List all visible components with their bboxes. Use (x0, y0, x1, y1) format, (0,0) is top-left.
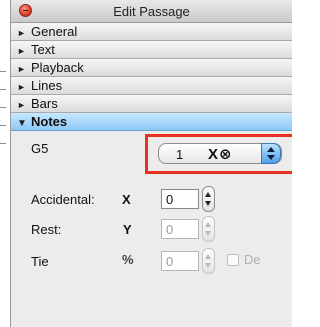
edit-passage-window: Edit Passage ► General ► Text ► Playback ► L… (10, 0, 292, 327)
disclosure-right-icon: ► (17, 64, 26, 74)
notes-panel: G5 1 X⊗ Accidental: X 0 Rest: Y 0 Tie % … (11, 131, 292, 301)
stepper-down-icon (205, 231, 211, 236)
stepper-up-icon (267, 147, 275, 152)
section-general[interactable]: ► General (11, 23, 292, 41)
disclosure-right-icon: ► (17, 82, 26, 92)
section-label: Text (31, 42, 55, 57)
section-label: Lines (31, 78, 63, 93)
section-lines[interactable]: ► Lines (11, 77, 292, 95)
background-window-edge (0, 0, 10, 327)
stepper-up-icon (205, 222, 211, 227)
title-bar[interactable]: Edit Passage (11, 0, 292, 23)
section-label: Bars (31, 96, 58, 111)
rest-stepper[interactable] (202, 216, 215, 242)
stepper-up-icon (205, 192, 211, 197)
disclosure-right-icon: ► (17, 100, 26, 110)
accidental-stepper[interactable] (202, 186, 215, 212)
rest-axis-label: Y (123, 222, 132, 237)
pitch-value: 1 (176, 147, 184, 162)
section-text[interactable]: ► Text (11, 41, 292, 59)
stepper-down-icon (205, 201, 211, 206)
rest-label: Rest: (31, 222, 62, 237)
pitch-stepper-control[interactable]: 1 X⊗ (158, 143, 282, 164)
stepper-down-icon (267, 155, 275, 160)
rest-y-field[interactable]: 0 (161, 219, 199, 239)
section-label: Notes (31, 114, 68, 129)
sections-list: ► General ► Text ► Playback ► Lines ► Bars ▼ N… (11, 23, 292, 301)
stepper-down-icon (205, 263, 211, 268)
tie-stepper[interactable] (202, 248, 215, 274)
disclosure-right-icon: ► (17, 46, 26, 56)
stepper-up-icon (205, 254, 211, 259)
tie-percent-field[interactable]: 0 (161, 251, 199, 271)
pitch-stepper-arrows[interactable] (261, 143, 281, 164)
window-title: Edit Passage (113, 4, 190, 19)
tie-label: Tie (31, 254, 49, 269)
accidental-axis-label: X (122, 192, 131, 207)
section-label: General (31, 24, 78, 39)
accidental-x-field[interactable]: 0 (161, 189, 199, 209)
pitch-label: G5 (31, 141, 49, 156)
section-label: Playback (31, 60, 84, 75)
tie-checkbox-label: De (244, 252, 261, 267)
disclosure-right-icon: ► (17, 28, 26, 38)
section-notes[interactable]: ▼ Notes (11, 113, 292, 131)
section-bars[interactable]: ► Bars (11, 95, 292, 113)
tie-checkbox[interactable] (227, 254, 239, 266)
accidental-label: Accidental: (31, 192, 95, 207)
section-playback[interactable]: ► Playback (11, 59, 292, 77)
notehead-symbol: X⊗ (208, 146, 233, 163)
tie-axis-label: % (122, 252, 134, 267)
